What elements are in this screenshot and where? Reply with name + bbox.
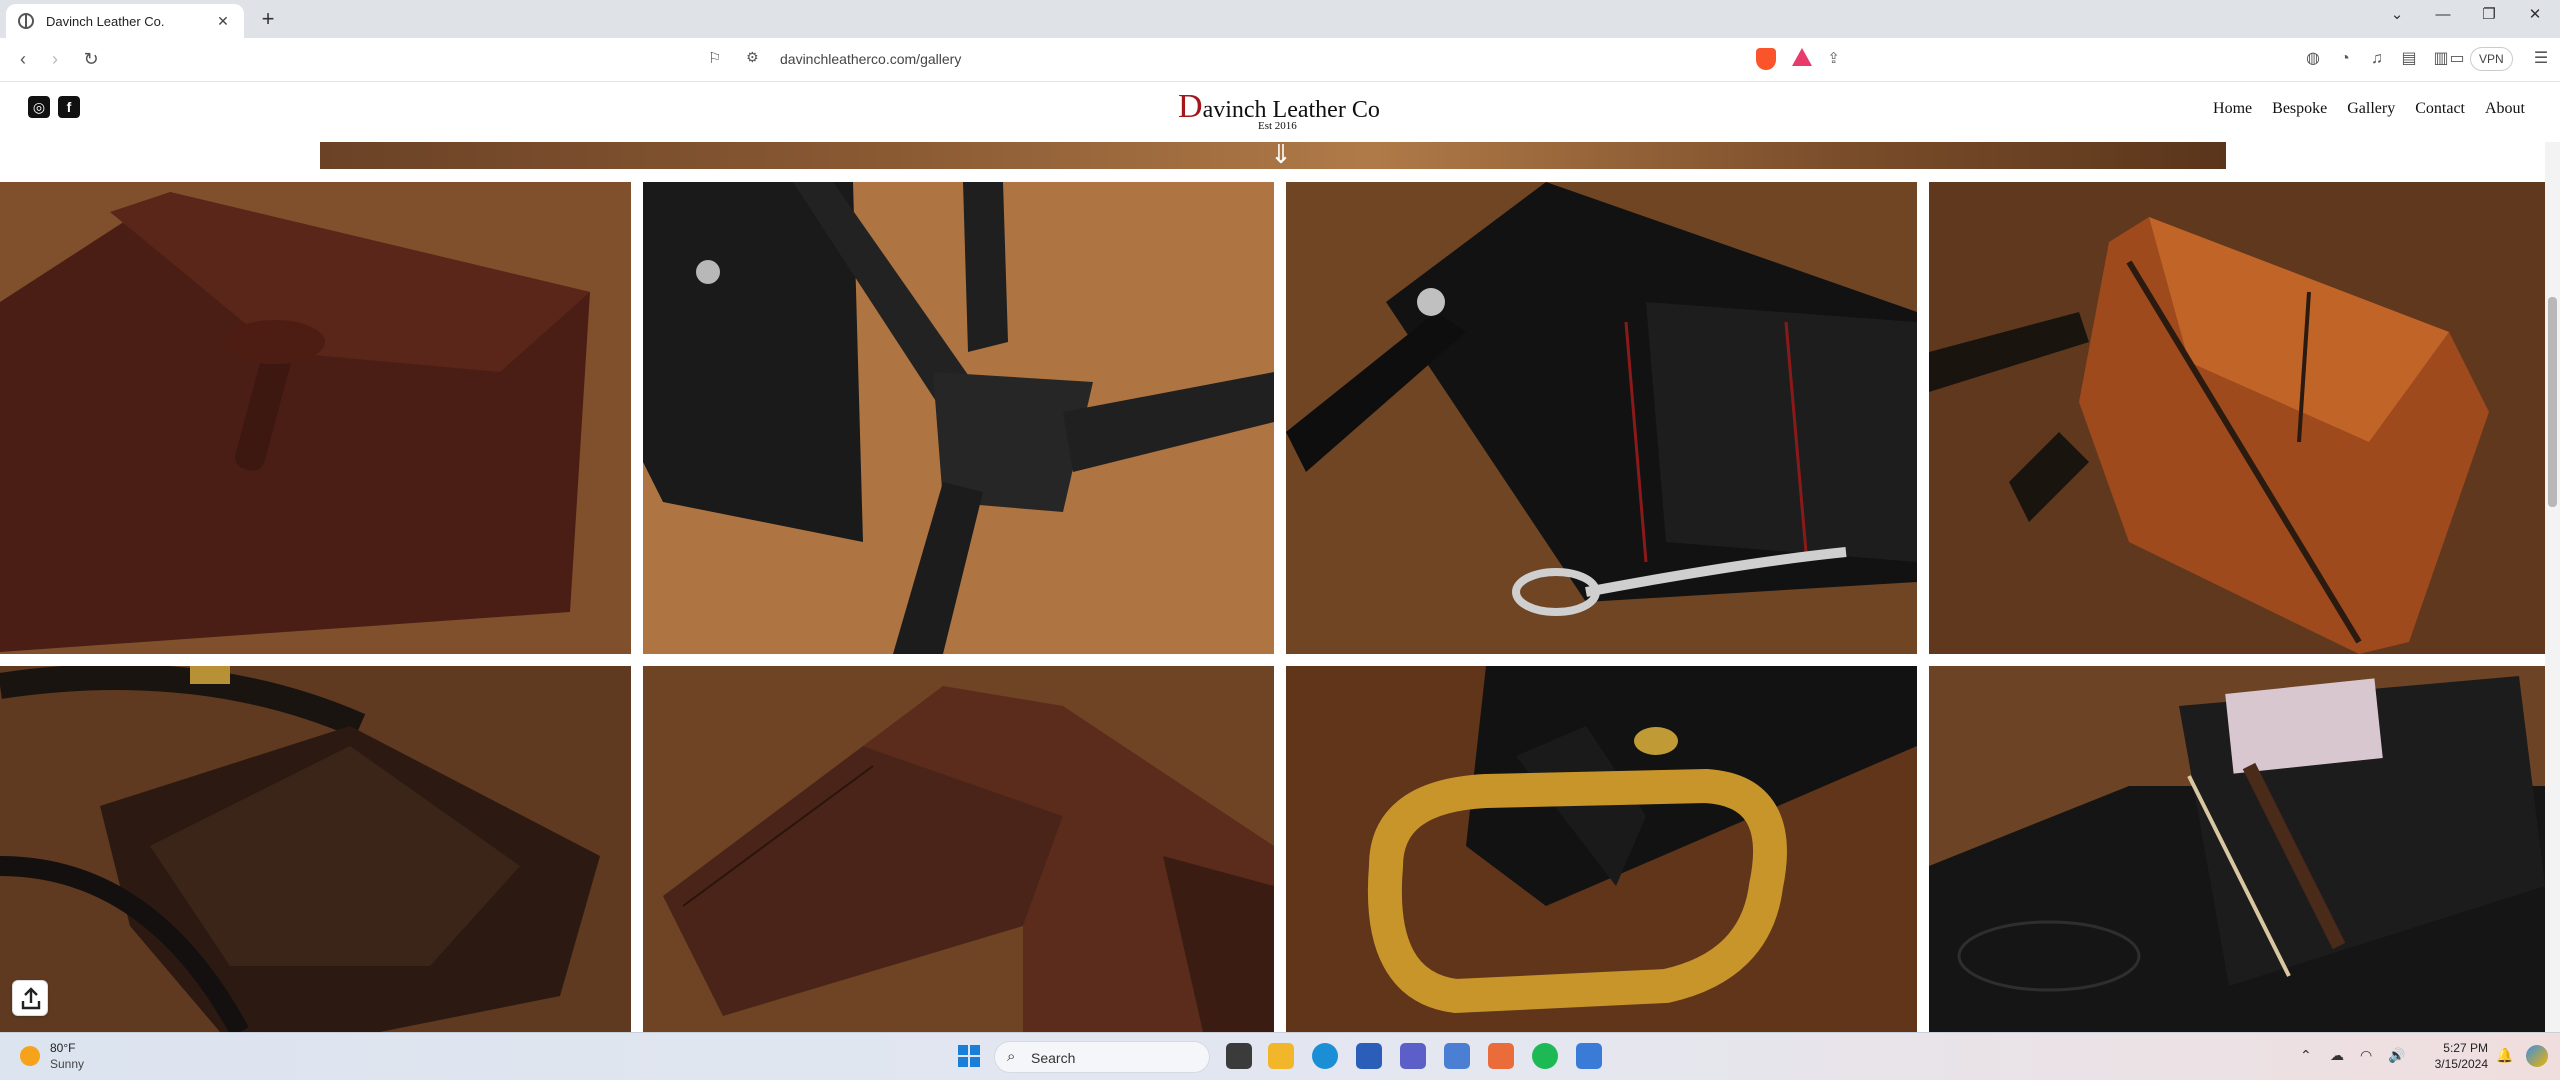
restore-button[interactable]: ❐ <box>2466 0 2512 32</box>
onedrive-icon[interactable]: ☁ <box>2330 1047 2344 1064</box>
weather-temperature[interactable]: 80°F <box>50 1041 75 1055</box>
holster-photo <box>643 182 1274 654</box>
back-button[interactable]: ‹ <box>10 47 36 73</box>
browser-tab-active[interactable]: Davinch Leather Co. ✕ <box>6 4 244 38</box>
sling-bag-photo <box>1929 182 2545 654</box>
search-icon: ⌕ <box>1007 1048 1016 1065</box>
gallery-photo-bifold[interactable] <box>643 666 1274 1032</box>
edge-icon[interactable] <box>1312 1043 1338 1069</box>
gallery-photo-holster[interactable] <box>643 182 1274 654</box>
bookmark-icon[interactable]: ⚐ <box>708 49 724 69</box>
task-view-icon[interactable] <box>1226 1043 1252 1069</box>
site-header: ◎ f Davinch Leather Co Est 2016 Home Bes… <box>0 82 2545 142</box>
wallet-panel-icon[interactable]: ▭ <box>2446 48 2468 70</box>
minimize-button[interactable]: — <box>2420 0 2466 32</box>
weather-condition[interactable]: Sunny <box>50 1057 84 1071</box>
wallet-icon[interactable]: ◍ <box>2302 48 2324 70</box>
store-icon[interactable] <box>1356 1043 1382 1069</box>
spotify-icon[interactable] <box>1532 1043 1558 1069</box>
close-tab-icon[interactable]: ✕ <box>214 13 232 30</box>
browser-toolbar: ‹ › ↻ ⚐ ⚙ davinchleatherco.com/gallery ⇪ <box>0 38 2560 82</box>
vpn-label: VPN <box>2479 52 2504 66</box>
start-tile-3 <box>958 1057 968 1067</box>
copilot-icon[interactable] <box>2526 1045 2548 1067</box>
main-nav: Home Bespoke Gallery Contact About <box>2213 100 2525 118</box>
shoulder-bag-photo <box>0 666 631 1032</box>
close-window-button[interactable]: ✕ <box>2512 0 2558 32</box>
brave-rewards-icon[interactable] <box>1792 48 1812 66</box>
gallery-photo-card-wallet[interactable] <box>1929 666 2545 1032</box>
gallery-photo-sling-bag[interactable] <box>1929 182 2545 654</box>
wifi-icon[interactable]: ◠ <box>2360 1047 2372 1064</box>
gallery-photo-belt[interactable] <box>1286 666 1917 1032</box>
start-tile-2 <box>970 1045 980 1055</box>
site-info-icon[interactable]: ⚙ <box>746 49 759 66</box>
gallery-photo-shoulder-bag[interactable] <box>0 666 631 1032</box>
instagram-icon[interactable]: ◎ <box>28 96 50 118</box>
share-button[interactable] <box>12 980 48 1016</box>
page-scrollbar[interactable] <box>2545 142 2560 1032</box>
belt-photo <box>1286 666 1917 1032</box>
brave-shields-icon[interactable] <box>1756 48 1776 70</box>
chat-icon[interactable]: ◔ <box>2334 48 2356 70</box>
scroll-down-arrow-icon[interactable]: ⇓ <box>1266 140 1296 168</box>
bell-icon[interactable]: 🔔 <box>2496 1047 2513 1064</box>
logo-initial: D <box>1178 88 1203 125</box>
browser-tabstrip: Davinch Leather Co. ✕ + ⌄ — ❐ ✕ <box>0 0 2560 38</box>
search-label: Search <box>1031 1050 1076 1066</box>
photo-gallery <box>0 182 2545 1032</box>
share-icon[interactable]: ⇪ <box>1827 49 1840 67</box>
folio-photo <box>0 182 631 654</box>
facebook-icon[interactable]: f <box>58 96 80 118</box>
menu-icon[interactable]: ☰ <box>2530 48 2552 70</box>
teams-icon[interactable] <box>1400 1043 1426 1069</box>
brave-taskbar-icon[interactable] <box>1488 1043 1514 1069</box>
nav-bespoke[interactable]: Bespoke <box>2272 100 2327 118</box>
app-icon[interactable] <box>1444 1043 1470 1069</box>
vpn-button[interactable]: VPN <box>2470 47 2513 71</box>
gallery-photo-wallet-chain[interactable] <box>1286 182 1917 654</box>
site-tagline: Est 2016 <box>1258 120 1297 132</box>
gallery-photo-folio[interactable] <box>0 182 631 654</box>
chevron-up-icon[interactable]: ⌃ <box>2300 1047 2312 1064</box>
wallet-chain-photo <box>1286 182 1917 654</box>
upload-icon <box>21 987 41 1010</box>
remote-desktop-icon[interactable] <box>1576 1043 1602 1069</box>
instagram-glyph: ◎ <box>32 99 46 115</box>
start-tile-4 <box>970 1057 980 1067</box>
taskbar-search[interactable]: ⌕ Search <box>994 1041 1210 1073</box>
forward-button[interactable]: › <box>42 47 68 73</box>
nav-gallery[interactable]: Gallery <box>2347 100 2395 118</box>
address-bar[interactable]: ⚐ ⚙ davinchleatherco.com/gallery ⇪ <box>700 44 1850 76</box>
nav-about[interactable]: About <box>2485 100 2525 118</box>
nav-home[interactable]: Home <box>2213 100 2252 118</box>
sun-icon[interactable] <box>20 1046 40 1066</box>
bifold-photo <box>643 666 1274 1032</box>
tab-title: Davinch Leather Co. <box>46 13 165 29</box>
start-button[interactable] <box>958 1045 980 1067</box>
clock-time[interactable]: 5:27 PM <box>2428 1041 2488 1055</box>
start-tile-1 <box>958 1045 968 1055</box>
globe-icon <box>18 13 34 29</box>
facebook-glyph: f <box>66 99 72 115</box>
file-explorer-icon[interactable] <box>1268 1043 1294 1069</box>
new-tab-button[interactable]: + <box>254 6 282 34</box>
nav-contact[interactable]: Contact <box>2415 100 2465 118</box>
url-text[interactable]: davinchleatherco.com/gallery <box>780 51 961 67</box>
music-icon[interactable]: ♫ <box>2366 48 2388 70</box>
card-wallet-photo <box>1929 666 2545 1032</box>
windows-taskbar: 80°F Sunny ⌕ Search ⌃ ☁ ◠ 🔊 5:27 PM 3/15… <box>0 1032 2560 1080</box>
volume-icon[interactable]: 🔊 <box>2388 1047 2405 1064</box>
extensions-icon[interactable]: ▤ <box>2398 48 2420 70</box>
clock-date[interactable]: 3/15/2024 <box>2420 1057 2488 1071</box>
scrollbar-thumb[interactable] <box>2548 297 2557 507</box>
reload-button[interactable]: ↻ <box>78 47 104 73</box>
tab-search-icon[interactable]: ⌄ <box>2374 0 2420 32</box>
